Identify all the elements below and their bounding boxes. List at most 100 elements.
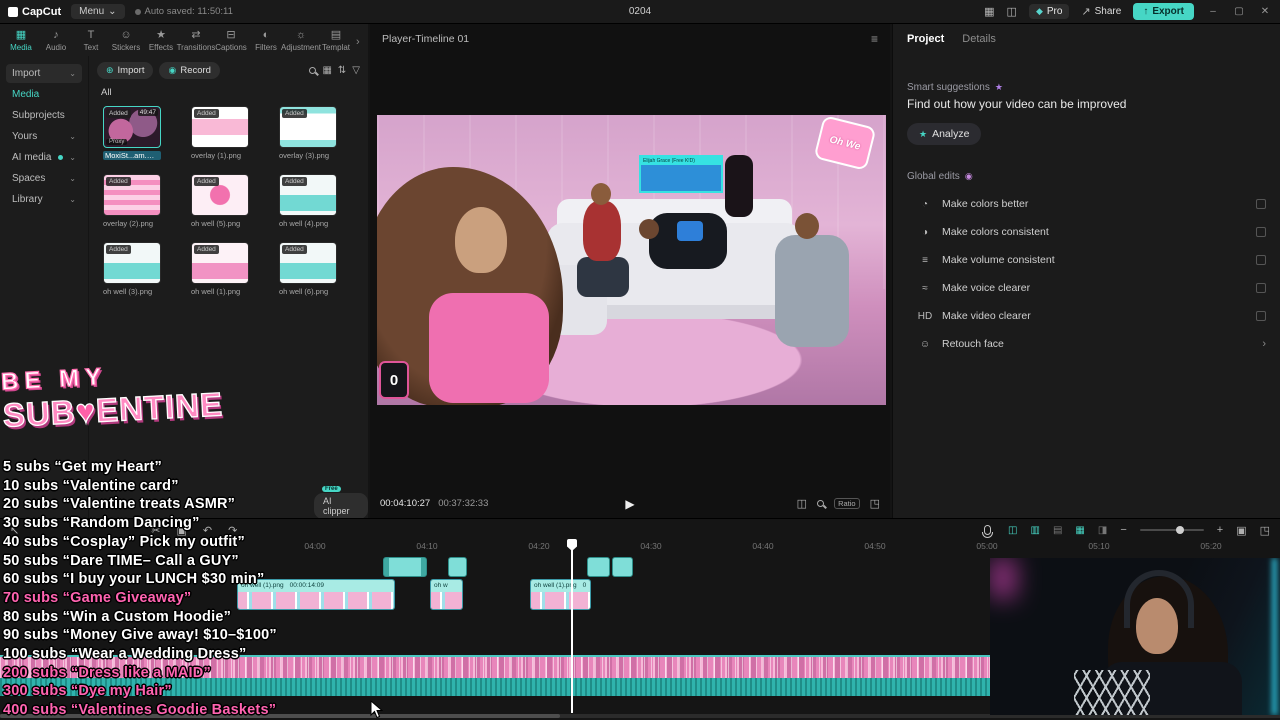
timeline-clip[interactable] [448,557,467,577]
zoom-slider-knob[interactable] [1175,526,1184,534]
search-icon[interactable] [309,67,317,74]
edit-item-toggle[interactable] [1256,283,1266,293]
edit-item-toggle[interactable] [1256,227,1266,237]
ribbon-tab[interactable]: ☼ Adjustment [281,26,321,55]
edit-item-toggle[interactable] [1256,311,1266,321]
sidebar-item[interactable]: AI media ⌄ [6,148,82,167]
ribbon-tab[interactable]: T Text [74,26,108,55]
track-toggle-icon[interactable]: ◨ [1098,525,1107,536]
media-thumbnail[interactable]: Added 49:47 Proxy [103,106,161,148]
global-edit-item[interactable]: ◑ Make colors consistent [893,218,1280,246]
share-button[interactable]: ↗ Share [1081,5,1121,18]
voiceover-mic-icon[interactable] [982,525,994,538]
copy-tool-icon[interactable]: ▣ [176,524,186,537]
track-toggle-icon[interactable]: ▥ [1031,525,1040,536]
preview-zoom-icon[interactable] [817,500,825,507]
timeline-clip[interactable]: oh well (1).png 0 [530,579,591,610]
media-item[interactable]: Added oh well (5).png [191,174,249,228]
ribbon-tab[interactable]: ▦ Media [4,26,38,55]
media-thumbnail[interactable]: Added [191,242,249,284]
global-edit-item[interactable]: HD Make video clearer [893,302,1280,330]
play-button[interactable]: ▶ [625,497,634,511]
import-button[interactable]: ⊕ Import [97,62,154,79]
sidebar-item[interactable]: Media [6,85,82,104]
media-thumbnail[interactable]: Added [279,174,337,216]
track-toggle-icon[interactable]: ◫ [1008,525,1017,536]
zoom-in-icon[interactable]: + [1217,524,1223,536]
analyze-button[interactable]: ★ Analyze [907,123,982,145]
global-edit-item[interactable]: ☺ Retouch face › [893,330,1280,358]
fullscreen-icon[interactable]: ◳ [870,497,880,510]
grid-view-icon[interactable]: ▦ [322,65,331,76]
ribbon-tab[interactable]: ⇄ Transitions [177,26,216,55]
track-toggle-icon[interactable]: ▤ [1053,525,1062,536]
expand-timeline-icon[interactable]: ◳ [1260,524,1270,537]
time-ruler[interactable]: 04:00 04:10 04:20 04:30 04:40 04:50 05:00 05:10… [259,541,1267,555]
media-thumbnail[interactable]: Added [103,242,161,284]
ribbon-tab[interactable]: ⊟ Captions [214,26,248,55]
media-item[interactable]: Added oh well (1).png [191,242,249,296]
split-tool-icon[interactable]: ✂ [151,524,160,537]
menu-button[interactable]: Menu ⌄ [71,4,125,19]
ribbon-tab[interactable]: ☺ Stickers [109,26,143,55]
record-button[interactable]: ◉ Record [159,62,220,79]
inspector-tab[interactable]: Project [907,33,944,45]
layout-icon[interactable]: ▦ [984,5,994,18]
export-button[interactable]: ↑ Export [1133,3,1194,20]
media-item[interactable]: Added oh well (3).png [103,242,161,296]
ribbon-tab[interactable]: ▤ Templat [319,26,353,55]
filter-icon[interactable]: ▽ [352,65,360,76]
track-toggle-icon[interactable]: ▦ [1075,525,1084,536]
timeline-clip[interactable] [587,557,610,577]
ratio-button[interactable]: Ratio [834,498,860,509]
preview-menu-icon[interactable]: ≡ [871,32,878,46]
global-edit-item[interactable]: ≈ Make voice clearer [893,274,1280,302]
media-item[interactable]: Added oh well (6).png [279,242,337,296]
pro-badge[interactable]: ◆ Pro [1028,4,1070,19]
redo-icon[interactable]: ↷ [228,524,237,537]
media-item[interactable]: Added overlay (2).png [103,174,161,228]
ribbon-overflow-icon[interactable]: › [356,36,360,48]
edit-item-toggle[interactable]: › [1262,338,1266,350]
timeline-clip[interactable] [612,557,633,577]
panels-icon[interactable]: ◫ [1007,5,1017,18]
sidebar-item[interactable]: Library ⌄ [6,190,82,209]
playhead[interactable] [571,541,573,713]
select-tool-icon[interactable]: ↖ [10,524,19,537]
global-edit-item[interactable]: ≡ Make volume consistent [893,246,1280,274]
sidebar-item[interactable]: Subprojects [6,106,82,125]
media-thumbnail[interactable]: Added [279,106,337,148]
maximize-button[interactable]: ▢ [1232,6,1246,17]
inspector-tab[interactable]: Details [962,33,996,45]
ribbon-tab[interactable]: ◐ Filters [249,26,283,55]
timeline-clip[interactable]: oh well (1).png 00:00:14:09 [237,579,395,610]
media-item[interactable]: Added overlay (3).png [279,106,337,160]
scrollbar-thumb[interactable] [0,714,560,718]
media-item[interactable]: Added 49:47 Proxy MoxiSt...am.mp4 [103,106,161,160]
ai-clipper-button[interactable]: Free AI clipper [314,486,368,519]
media-thumbnail[interactable]: Added [191,174,249,216]
media-item[interactable]: Added overlay (1).png [191,106,249,160]
fit-timeline-icon[interactable]: ▣ [1236,524,1246,537]
main-video-track[interactable] [0,655,994,696]
timeline-clip[interactable]: oh w [430,579,463,610]
ribbon-tab[interactable]: ♪ Audio [39,26,73,55]
sidebar-item[interactable]: Yours ⌄ [6,127,82,146]
global-edit-item[interactable]: ◔ Make colors better [893,190,1280,218]
edit-item-toggle[interactable] [1256,199,1266,209]
edit-item-toggle[interactable] [1256,255,1266,265]
timeline-zoom-slider[interactable] [1139,526,1204,534]
media-thumbnail[interactable]: Added [103,174,161,216]
media-thumbnail[interactable]: Added [279,242,337,284]
media-thumbnail[interactable]: Added [191,106,249,148]
timeline-clip[interactable] [383,557,427,577]
close-button[interactable]: ✕ [1258,6,1272,17]
undo-icon[interactable]: ↶ [203,524,212,537]
split-screen-icon[interactable]: ◫ [797,497,807,510]
sidebar-item[interactable]: Spaces ⌄ [6,169,82,188]
sidebar-item[interactable]: Import ⌄ [6,64,82,83]
media-item[interactable]: Added oh well (4).png [279,174,337,228]
ribbon-tab[interactable]: ★ Effects [144,26,178,55]
minimize-button[interactable]: – [1206,6,1220,17]
zoom-out-icon[interactable]: − [1120,524,1126,536]
